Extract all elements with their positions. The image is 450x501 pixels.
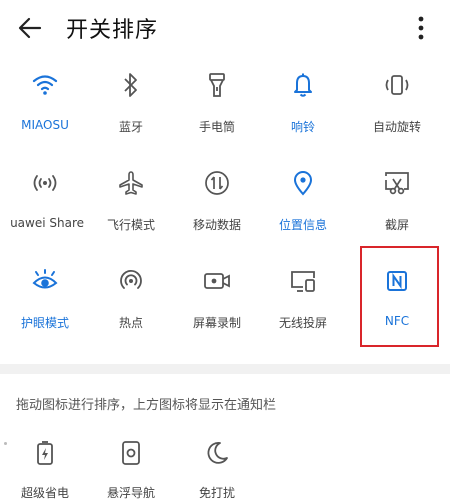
tile-eye-comfort[interactable]: 护眼模式 — [0, 258, 90, 340]
inactive-switch-tray: 超级省电 悬浮导航 免打扰 — [0, 432, 450, 500]
screen-record-icon — [202, 266, 232, 296]
wifi-icon — [30, 70, 60, 100]
tile-huawei-share[interactable]: uawei Share — [0, 160, 90, 242]
floating-nav-icon — [116, 438, 146, 468]
page-title: 开关排序 — [66, 18, 159, 43]
tile-flashlight[interactable]: 手电筒 — [172, 62, 262, 144]
tile-airplane[interactable]: 飞行模式 — [86, 160, 176, 242]
tile-auto-rotate[interactable]: 自动旋转 — [352, 62, 442, 144]
tile-do-not-disturb[interactable]: 免打扰 — [172, 432, 262, 500]
tile-hotspot[interactable]: 热点 — [86, 258, 176, 340]
tile-power-saving[interactable]: 超级省电 — [0, 432, 90, 500]
tile-label: 位置信息 — [278, 218, 327, 232]
back-arrow-icon[interactable] — [16, 14, 44, 42]
tile-wireless-projection[interactable]: 无线投屏 — [258, 258, 348, 340]
tile-label: 免打扰 — [198, 486, 235, 500]
tile-label: MIAOSU — [21, 118, 69, 132]
tile-label: 热点 — [118, 316, 143, 330]
tile-mobile-data[interactable]: 移动数据 — [172, 160, 262, 242]
tile-label: 蓝牙 — [118, 120, 143, 134]
huawei-share-icon — [30, 168, 60, 198]
do-not-disturb-icon — [202, 438, 232, 468]
tile-ring[interactable]: 响铃 — [258, 62, 348, 144]
tile-label: 手电筒 — [198, 120, 235, 134]
tile-label: 护眼模式 — [20, 316, 69, 330]
header: 开关排序 — [0, 0, 450, 56]
tile-label: 超级省电 — [20, 486, 69, 500]
tile-label: uawei Share — [10, 216, 84, 230]
tile-location[interactable]: 位置信息 — [258, 160, 348, 242]
wireless-projection-icon — [288, 266, 318, 296]
eye-comfort-icon — [30, 266, 60, 296]
tile-label: 飞行模式 — [106, 218, 155, 232]
airplane-icon — [116, 168, 146, 198]
location-icon — [288, 168, 318, 198]
tile-label: 响铃 — [290, 120, 315, 134]
tile-screen-record[interactable]: 屏幕录制 — [172, 258, 262, 340]
more-options-icon[interactable] — [411, 14, 431, 42]
flashlight-icon — [202, 70, 232, 100]
tile-label: 屏幕录制 — [192, 316, 241, 330]
nfc-highlight-box — [360, 246, 439, 347]
mobile-data-icon — [202, 168, 232, 198]
power-saving-icon — [30, 438, 60, 468]
tile-label: 截屏 — [384, 218, 409, 232]
tile-label: 悬浮导航 — [106, 486, 155, 500]
bluetooth-icon — [116, 70, 146, 100]
screenshot-icon — [382, 168, 412, 198]
hotspot-icon — [116, 266, 146, 296]
tile-label: 无线投屏 — [278, 316, 327, 330]
sort-hint-text: 拖动图标进行排序，上方图标将显示在通知栏 — [16, 398, 277, 413]
tile-floating-nav[interactable]: 悬浮导航 — [86, 432, 176, 500]
tile-label: 移动数据 — [192, 218, 241, 232]
bell-icon — [288, 70, 318, 100]
auto-rotate-icon — [382, 70, 412, 100]
tile-screenshot[interactable]: 截屏 — [352, 160, 442, 242]
tile-label: 自动旋转 — [372, 120, 421, 134]
tile-wifi[interactable]: MIAOSU — [0, 62, 90, 144]
tile-bluetooth[interactable]: 蓝牙 — [86, 62, 176, 144]
section-divider — [0, 364, 450, 374]
